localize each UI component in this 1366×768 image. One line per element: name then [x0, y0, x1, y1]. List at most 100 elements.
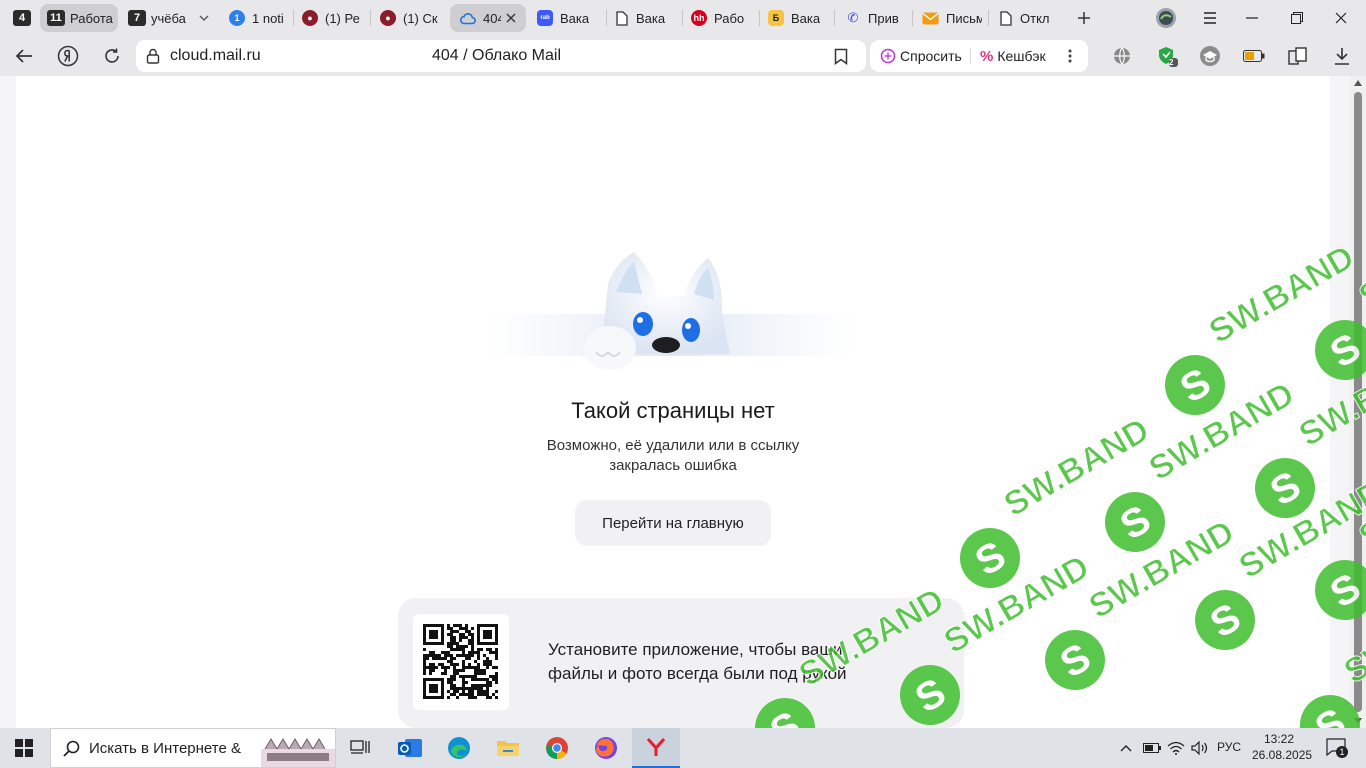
- tab-re[interactable]: ● (1) Ре: [302, 4, 364, 32]
- ask-button[interactable]: Спросить: [880, 46, 962, 66]
- tray-battery-icon[interactable]: [1140, 728, 1164, 768]
- firefox-icon[interactable]: [582, 728, 630, 768]
- tab-vakansii-b[interactable]: Б Вака: [768, 4, 828, 32]
- tab-label: Рабо: [714, 10, 745, 26]
- tab-sk[interactable]: ● (1) Ск: [380, 4, 442, 32]
- tab-group-label: учёба: [151, 10, 186, 26]
- cashback-button[interactable]: % Кешбэк: [980, 46, 1046, 66]
- tray-wifi-icon[interactable]: [1164, 728, 1188, 768]
- tab-group-collapsed[interactable]: 4: [8, 4, 36, 32]
- app-promo-line: файлы и фото всегда были под рукой: [548, 664, 847, 683]
- new-tab-button[interactable]: [1072, 6, 1096, 30]
- tab-privet[interactable]: ✆ Прив: [845, 4, 905, 32]
- file-explorer-icon[interactable]: [484, 728, 532, 768]
- tab-group-count: 4: [13, 10, 31, 26]
- tab-favicon-icon: rab: [537, 10, 553, 26]
- tab-label: Письм: [946, 10, 982, 26]
- battery-icon[interactable]: [1240, 42, 1268, 70]
- tab-active-cloud[interactable]: 404: [450, 4, 526, 32]
- notifications-icon[interactable]: 1: [1326, 738, 1348, 758]
- sparkle-icon: [880, 48, 896, 64]
- reload-icon[interactable]: [98, 42, 126, 70]
- dog-mascot-illustration: [486, 244, 856, 376]
- mail-icon: [922, 12, 939, 25]
- tab-label: (1) Ре: [325, 10, 360, 26]
- tab-group-ucheba[interactable]: 7 учёба: [122, 4, 210, 32]
- clock[interactable]: 13:22 26.08.2025: [1252, 731, 1313, 763]
- page-content: Такой страницы нет Возможно, её удалили …: [0, 76, 1350, 728]
- extension-badge: 2: [1169, 58, 1174, 67]
- tab-group-rabota[interactable]: 11 Работа: [40, 4, 118, 32]
- tab-favicon-icon: ●: [302, 10, 318, 26]
- error-description-line: Возможно, её удалили или в ссылку: [546, 437, 800, 454]
- tab-favicon-icon: ●: [380, 10, 396, 26]
- chrome-icon[interactable]: [533, 728, 581, 768]
- download-icon[interactable]: [1328, 42, 1356, 70]
- yandex-logo-icon[interactable]: [54, 42, 82, 70]
- notification-count-badge: 1: [1336, 746, 1348, 758]
- tab-group-label: Работа: [70, 10, 113, 26]
- tab-favicon-icon: Б: [768, 10, 784, 26]
- ask-label: Спросить: [900, 48, 962, 64]
- back-button[interactable]: [10, 42, 38, 70]
- collections-icon[interactable]: [1284, 42, 1312, 70]
- error-title: Такой страницы нет: [571, 398, 775, 423]
- more-options-icon[interactable]: [1068, 46, 1072, 66]
- clock-date: 26.08.2025: [1252, 748, 1313, 762]
- qr-code[interactable]: [413, 614, 509, 710]
- task-view-icon[interactable]: [336, 728, 384, 768]
- tab-label: (1) Ск: [403, 10, 438, 26]
- close-window-button[interactable]: [1329, 6, 1353, 30]
- language-indicator[interactable]: РУС: [1217, 740, 1241, 754]
- taskbar-search-placeholder: Искать в Интернете &: [89, 740, 241, 757]
- yandex-browser-icon[interactable]: [632, 728, 680, 768]
- tray-chevron-up-icon[interactable]: [1114, 728, 1138, 768]
- tab-notifications[interactable]: 1 1 noti: [226, 4, 295, 32]
- minimize-button[interactable]: [1240, 6, 1264, 30]
- address-bar[interactable]: cloud.mail.ru 404 / Облако Mail: [136, 40, 866, 72]
- tab-bar: 4 11 Работа 7 учёба 1 1 noti ● (1) Ре ● …: [0, 0, 1366, 36]
- url-text[interactable]: cloud.mail.ru: [170, 47, 261, 65]
- tray-volume-icon[interactable]: [1188, 728, 1212, 768]
- edge-icon[interactable]: [435, 728, 483, 768]
- tab-group-count: 7: [128, 10, 146, 26]
- graduation-cap-icon[interactable]: [1196, 42, 1224, 70]
- percent-icon: %: [980, 47, 994, 65]
- search-highlight-icon: [261, 731, 335, 767]
- chevron-down-icon: [198, 12, 210, 24]
- app-promo-banner: Установите приложение, чтобы ваши файлы …: [398, 598, 964, 728]
- bookmark-icon[interactable]: [834, 48, 848, 65]
- windows-taskbar: Искать в Интернете & РУС 13:22 26.08.202…: [0, 728, 1366, 768]
- document-icon: [1000, 10, 1012, 26]
- app-promo-text: Установите приложение, чтобы ваши файлы …: [548, 638, 908, 686]
- error-description-line: закралась ошибка: [609, 457, 737, 474]
- start-button[interactable]: [0, 728, 48, 768]
- scrollbar-thumb[interactable]: [1354, 92, 1362, 712]
- lock-icon[interactable]: [146, 48, 160, 64]
- document-icon: [616, 10, 628, 26]
- restore-button[interactable]: [1285, 6, 1309, 30]
- page-title: 404 / Облако Mail: [432, 47, 562, 64]
- tab-favicon-icon: ✆: [847, 10, 859, 25]
- profile-avatar[interactable]: [1154, 6, 1178, 30]
- tab-group-count: 11: [47, 10, 65, 26]
- app-promo-line: Установите приложение, чтобы ваши: [548, 640, 843, 659]
- tab-label: 1 noti: [252, 10, 284, 26]
- tab-pisma[interactable]: Письм: [922, 4, 982, 32]
- go-home-button[interactable]: Перейти на главную: [575, 500, 771, 546]
- outlook-icon[interactable]: [386, 728, 434, 768]
- taskbar-search[interactable]: Искать в Интернете &: [50, 728, 336, 768]
- vertical-scrollbar[interactable]: [1350, 76, 1366, 728]
- error-card: Такой страницы нет Возможно, её удалили …: [16, 76, 1330, 728]
- menu-icon[interactable]: [1198, 6, 1222, 30]
- tab-otkliki[interactable]: Откл: [1000, 4, 1062, 32]
- tab-vakansii-doc[interactable]: Вака: [616, 4, 674, 32]
- assistant-panel: Спросить % Кешбэк: [870, 40, 1088, 72]
- tab-label: Вака: [791, 10, 821, 26]
- shield-extension-icon[interactable]: 2: [1153, 42, 1181, 70]
- tab-hh[interactable]: hh Рабо: [691, 4, 753, 32]
- tab-vakansii-rabota[interactable]: rab Вака: [537, 4, 603, 32]
- globe-icon[interactable]: [1108, 42, 1136, 70]
- close-icon[interactable]: [506, 13, 516, 23]
- search-icon: [63, 740, 81, 758]
